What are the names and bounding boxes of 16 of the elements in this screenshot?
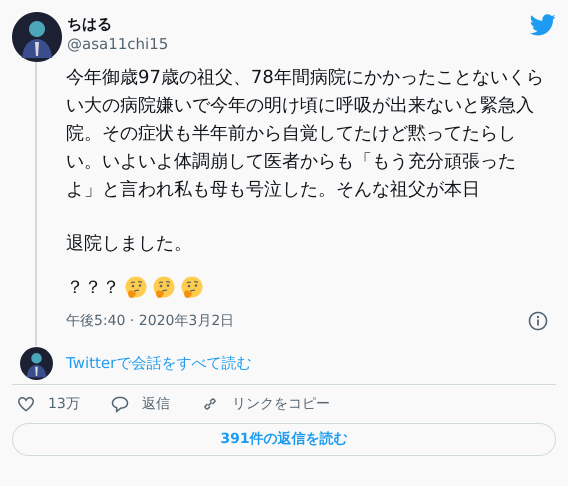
speech-bubble-icon — [110, 394, 130, 414]
action-button[interactable]: 13万 — [16, 394, 80, 414]
timestamp[interactable]: 午後5:40 · 2020年3月2日 — [66, 307, 234, 335]
thinking-face-icon — [124, 276, 148, 300]
author-name[interactable]: ちはる — [67, 14, 168, 34]
thinking-face-icon — [152, 276, 176, 300]
action-button[interactable]: 返信 — [110, 394, 170, 414]
thinking-face-icon — [180, 276, 204, 300]
question-marks: ？？？ — [66, 276, 120, 300]
info-icon[interactable] — [528, 311, 548, 331]
tweet-text: 退院しました。 — [66, 232, 193, 256]
action-button[interactable]: リンクをコピー — [200, 394, 330, 414]
author-handle[interactable]: @asa11chi15 — [67, 34, 168, 54]
bird-logo-icon[interactable] — [530, 14, 556, 36]
tweet-text: 今年御歳97歳の祖父、78年間病院にかかったことないくらい大の病院嫌いで今年の明け頃に呼吸が出来ないと緊急入院。その症状も半年前から自覚してたけど黙ってたらしい。いよいよ体調崩して医者からも「もう充分頑張ったよ」と言われ私も母も号泣した。そんな祖父が本日 — [66, 66, 545, 202]
heart-icon — [16, 394, 36, 414]
